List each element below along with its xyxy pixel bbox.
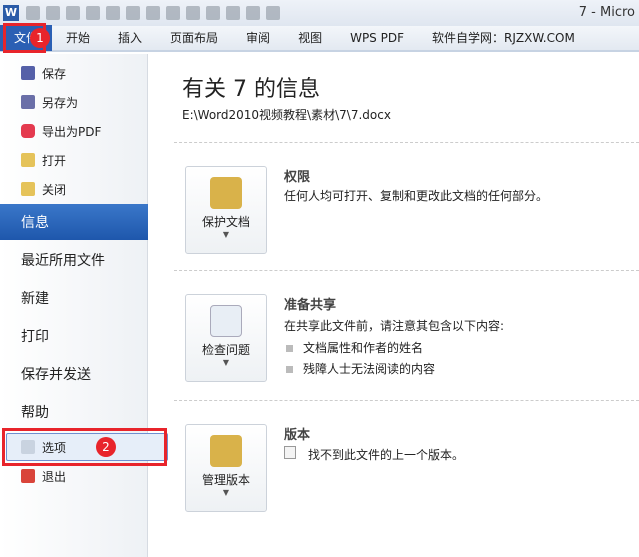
section-desc: 找不到此文件的上一个版本。 [308, 448, 465, 462]
section-desc: 在共享此文件前，请注意其包含以下内容: [284, 319, 505, 333]
button-label: 保护文档 [201, 215, 250, 229]
step-badge-1: 1 [30, 28, 50, 48]
menu-label: 关闭 [42, 182, 67, 197]
menu-label: 导出为PDF [42, 124, 102, 139]
exit-icon [21, 469, 35, 483]
save-as-icon [21, 95, 35, 109]
word-logo-icon: W [3, 5, 19, 21]
menu-label: 打开 [42, 153, 67, 168]
lock-icon [210, 177, 242, 209]
menu-close[interactable]: 关闭 [0, 178, 148, 200]
versions-icon [210, 435, 242, 467]
menu-help[interactable]: 帮助 [0, 394, 148, 430]
attach-icon[interactable] [186, 6, 200, 20]
tab-insert[interactable]: 插入 [104, 25, 156, 51]
open-folder-icon [21, 153, 35, 167]
divider [174, 400, 639, 401]
section-title: 权限 [284, 170, 311, 185]
tab-layout[interactable]: 页面布局 [156, 25, 232, 51]
dropdown-arrow-icon: ▼ [222, 488, 230, 497]
close-folder-icon [21, 182, 35, 196]
inspect-icon [210, 305, 242, 337]
menu-label: 退出 [42, 469, 67, 484]
save-icon[interactable] [26, 6, 40, 20]
menu-save-send[interactable]: 保存并发送 [0, 356, 148, 392]
window-title: 7 - Micro [578, 5, 635, 20]
tab-review[interactable]: 审阅 [232, 25, 284, 51]
highlight-options [2, 428, 167, 466]
document-icon [284, 446, 296, 459]
tab-home[interactable]: 开始 [52, 25, 104, 51]
menu-label: 保存 [42, 66, 67, 81]
file-path: E:\Word2010视频教程\素材\7\7.docx [182, 108, 391, 122]
menu-open[interactable]: 打开 [0, 149, 148, 171]
tab-wps-pdf[interactable]: WPS PDF [336, 25, 418, 51]
diagram-icon[interactable] [246, 6, 260, 20]
menu-new[interactable]: 新建 [0, 280, 148, 316]
backstage-sidebar: 保存 另存为 导出为PDF 打开 关闭 信息 最近所用文件 新建 打印 保存并发… [0, 54, 168, 557]
menu-save-as[interactable]: 另存为 [0, 91, 148, 113]
menu-info[interactable]: 信息 [0, 204, 148, 240]
customize-icon[interactable] [266, 6, 280, 20]
page-title: 有关 7 的信息 [182, 77, 320, 102]
menu-label: 另存为 [42, 95, 79, 110]
menu-save[interactable]: 保存 [0, 62, 148, 84]
folder-icon[interactable] [146, 6, 160, 20]
button-label: 检查问题 [201, 343, 250, 357]
open-icon[interactable] [106, 6, 120, 20]
section-title: 准备共享 [284, 298, 337, 313]
preview-icon[interactable] [166, 6, 180, 20]
check-issues-button[interactable]: 检查问题 ▼ [185, 294, 267, 382]
undo-icon[interactable] [46, 6, 60, 20]
menu-export-pdf[interactable]: 导出为PDF [0, 120, 148, 142]
step-badge-2: 2 [96, 437, 116, 457]
button-label: 管理版本 [201, 473, 250, 487]
edit-icon[interactable] [226, 6, 240, 20]
protect-document-button[interactable]: 保护文档 ▼ [185, 166, 267, 254]
print-icon[interactable] [126, 6, 140, 20]
quick-access-toolbar: W 7 - Micro [0, 0, 639, 26]
menu-print[interactable]: 打印 [0, 318, 148, 354]
bullet-item: 残障人士无法阅读的内容 [286, 360, 435, 377]
tab-rjzxw[interactable]: 软件自学网：RJZXW.COM [418, 25, 589, 51]
pdf-icon [21, 124, 35, 138]
section-desc: 任何人均可打开、复制和更改此文档的任何部分。 [284, 189, 549, 203]
save-icon [21, 66, 35, 80]
menu-exit[interactable]: 退出 [0, 465, 148, 487]
ribbon-tabs: 文件 开始 插入 页面布局 审阅 视图 WPS PDF 软件自学网：RJZXW.… [0, 25, 639, 52]
divider [174, 270, 639, 271]
bullet-item: 文档属性和作者的姓名 [286, 339, 423, 356]
dropdown-arrow-icon: ▼ [222, 358, 230, 367]
tab-view[interactable]: 视图 [284, 25, 336, 51]
dropdown-arrow-icon: ▼ [222, 230, 230, 239]
section-title: 版本 [284, 428, 311, 443]
info-panel: 有关 7 的信息 E:\Word2010视频教程\素材\7\7.docx 保护文… [149, 54, 639, 557]
menu-recent[interactable]: 最近所用文件 [0, 242, 148, 278]
manage-versions-button[interactable]: 管理版本 ▼ [185, 424, 267, 512]
spelling-icon[interactable] [206, 6, 220, 20]
redo-icon[interactable] [66, 6, 80, 20]
new-icon[interactable] [86, 6, 100, 20]
divider [174, 142, 639, 143]
